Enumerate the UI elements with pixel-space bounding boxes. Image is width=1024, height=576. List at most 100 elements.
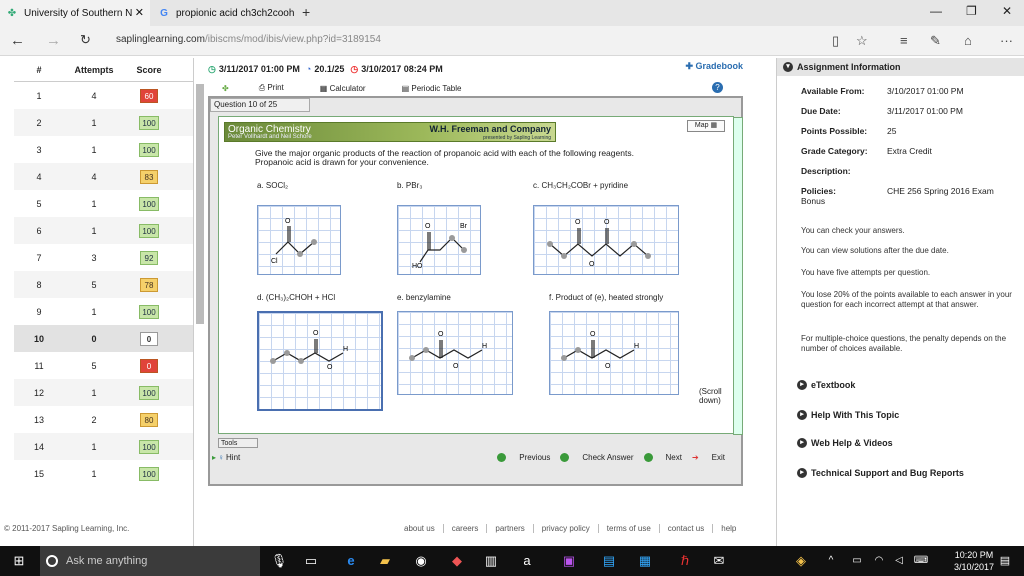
score-cell: 100	[124, 223, 174, 238]
question-scrollbar[interactable]	[733, 117, 743, 435]
answer-box-d[interactable]: O O H	[257, 311, 383, 411]
action-center-icon[interactable]: ▤	[996, 552, 1014, 570]
hp-icon[interactable]: ℏ	[676, 552, 694, 570]
map-button[interactable]: Map ▦	[687, 120, 725, 132]
wifi-icon[interactable]: ◠	[870, 552, 888, 570]
amazon-icon[interactable]: a	[518, 552, 536, 570]
question-row[interactable]: 15 1 100	[14, 460, 193, 487]
web-note-icon[interactable]: ✎	[930, 33, 941, 49]
answer-box-c[interactable]: O O O	[533, 205, 679, 275]
question-row[interactable]: 6 1 100	[14, 217, 193, 244]
question-row[interactable]: 2 1 100	[14, 109, 193, 136]
cortana-search[interactable]: Ask me anything	[40, 546, 260, 576]
footer-link-privacy[interactable]: privacy policy	[534, 524, 599, 533]
reading-view-icon[interactable]: ▯	[832, 33, 839, 49]
app-icon[interactable]: ◆	[448, 552, 466, 570]
answer-box-a[interactable]: O Cl	[257, 205, 341, 275]
hub-icon[interactable]: ≡	[900, 33, 908, 48]
question-row[interactable]: 11 5 0	[14, 352, 193, 379]
edge-icon[interactable]: e	[342, 552, 360, 570]
calculator-label: Calculator	[329, 83, 366, 93]
favorite-star-icon[interactable]: ☆	[856, 33, 868, 49]
question-row[interactable]: 13 2 80	[14, 406, 193, 433]
attempts-header: # Attempts Score	[14, 58, 193, 82]
print-button[interactable]: ⎙ Print	[259, 83, 302, 93]
games-icon[interactable]: ▣	[560, 552, 578, 570]
question-row[interactable]: 9 1 100	[14, 298, 193, 325]
question-row[interactable]: 14 1 100	[14, 433, 193, 460]
etextbook-link[interactable]: ▸ eTextbook	[797, 380, 855, 390]
attempt-count: 1	[91, 144, 97, 155]
microphone-icon[interactable]: 🎙	[270, 552, 288, 570]
score-cell: 100	[124, 196, 174, 211]
battery-icon[interactable]: ▭	[848, 552, 866, 570]
system-clock[interactable]: 10:20 PM 3/10/2017	[954, 549, 994, 573]
attempt-count: 4	[91, 90, 97, 101]
gradebook-link[interactable]: ✚ Gradebook	[685, 61, 743, 72]
answer-box-b[interactable]: O Br HO	[397, 205, 481, 275]
file-explorer-icon[interactable]: ▰	[376, 552, 394, 570]
footer-link-contact[interactable]: contact us	[660, 524, 714, 533]
periodic-table-button[interactable]: ▤ Periodic Table	[402, 84, 480, 93]
question-row[interactable]: 5 1 100	[14, 190, 193, 217]
back-arrow-icon[interactable]: ←	[10, 32, 25, 49]
exit-button[interactable]: ➔ Exit	[692, 453, 725, 462]
web-help-link[interactable]: ▸ Web Help & Videos	[797, 438, 893, 448]
url-field[interactable]: saplinglearning.com/ibiscms/mod/ibis/vie…	[116, 34, 816, 50]
tab-university[interactable]: ✤ University of Southern N ✕	[0, 0, 150, 26]
question-row[interactable]: 1 4 60	[14, 82, 193, 109]
footer-link-about[interactable]: about us	[396, 524, 444, 533]
question-row[interactable]: 7 3 92	[14, 244, 193, 271]
atom-o: O	[453, 363, 459, 370]
calculator-button[interactable]: ▦ Calculator	[320, 84, 384, 93]
tools-tab[interactable]: Tools	[218, 438, 258, 448]
mail-icon[interactable]: ✉	[710, 552, 728, 570]
notification-app-icon[interactable]: ◈	[792, 552, 810, 570]
footer-link-terms[interactable]: terms of use	[599, 524, 660, 533]
answer-box-e[interactable]: O O H	[397, 311, 513, 395]
previous-button[interactable]: Previous	[497, 452, 550, 462]
assignment-header[interactable]: ▾ Assignment Information	[777, 58, 1024, 76]
footer-link-partners[interactable]: partners	[487, 524, 534, 533]
refresh-icon[interactable]: ↻	[80, 32, 91, 48]
tab-propionic-search[interactable]: G propionic acid ch3ch2cooh	[152, 0, 298, 26]
due-date: 3/10/2017 08:24 PM	[361, 64, 443, 74]
maximize-button[interactable]: ❐	[966, 4, 977, 18]
keyboard-icon[interactable]: ⌨	[912, 552, 930, 570]
footer-link-careers[interactable]: careers	[444, 524, 488, 533]
url-path: /ibiscms/mod/ibis/view.php?id=3189154	[204, 34, 381, 45]
attempt-count: 0	[91, 333, 97, 344]
task-view-icon[interactable]: ▭	[302, 552, 320, 570]
more-icon[interactable]: ···	[1000, 33, 1013, 48]
store-icon[interactable]: ▤	[600, 552, 618, 570]
attempt-count: 1	[91, 117, 97, 128]
forward-arrow-icon[interactable]: →	[46, 32, 61, 49]
new-tab-button[interactable]: +	[302, 4, 310, 20]
search-placeholder: Ask me anything	[66, 555, 148, 567]
check-answer-button[interactable]: Check Answer	[560, 452, 634, 462]
volume-icon[interactable]: ◁	[890, 552, 908, 570]
hint-button[interactable]: Hint	[226, 453, 240, 462]
media-icon[interactable]: ◉	[412, 552, 430, 570]
windows-start-icon[interactable]: ⊞	[10, 552, 28, 570]
attempts-scrollbar[interactable]	[196, 84, 204, 324]
tech-support-link[interactable]: ▸ Technical Support and Bug Reports	[797, 468, 964, 478]
help-topic-link[interactable]: ▸ Help With This Topic	[797, 410, 899, 420]
minimize-button[interactable]: —	[930, 4, 942, 18]
question-row[interactable]: 12 1 100	[14, 379, 193, 406]
answer-box-f[interactable]: O O H	[549, 311, 679, 395]
question-row[interactable]: 4 4 83	[14, 163, 193, 190]
close-tab-icon[interactable]: ✕	[135, 6, 144, 19]
footer-link-help[interactable]: help	[713, 524, 744, 533]
question-row[interactable]: 10 0 0	[14, 325, 193, 352]
next-button[interactable]: Next	[643, 452, 682, 462]
tiles-icon[interactable]: ▦	[636, 552, 654, 570]
tray-chevron-icon[interactable]: ^	[822, 552, 840, 570]
atom-h: H	[343, 346, 348, 353]
question-row[interactable]: 8 5 78	[14, 271, 193, 298]
share-icon[interactable]: ⌂	[964, 33, 972, 48]
close-window-button[interactable]: ✕	[1002, 4, 1012, 18]
help-icon[interactable]: ?	[712, 82, 723, 93]
calendar-icon[interactable]: ▥	[482, 552, 500, 570]
question-row[interactable]: 3 1 100	[14, 136, 193, 163]
